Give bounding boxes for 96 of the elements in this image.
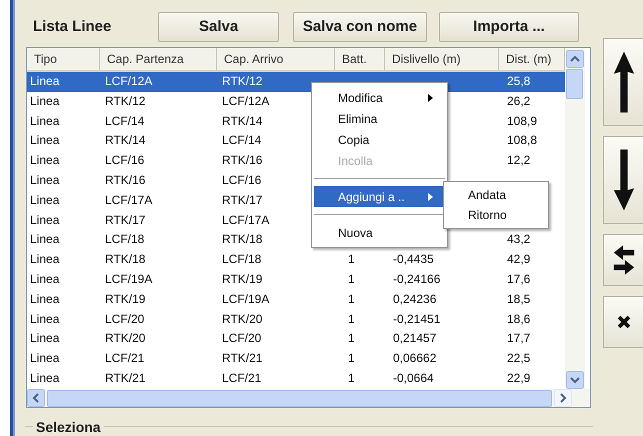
table-cell[interactable]: Linea (27, 349, 100, 369)
group-label: Seleziona (33, 419, 104, 435)
toolbar-button[interactable]: Importa ... (439, 12, 579, 42)
table-cell[interactable]: RTK/21 (217, 349, 335, 369)
table-cell[interactable]: 26,2 (499, 92, 565, 112)
table-cell[interactable]: RTK/19 (217, 270, 335, 290)
scroll-down-icon[interactable] (566, 371, 584, 389)
table-cell[interactable]: LCF/16 (100, 151, 217, 171)
vertical-scrollbar[interactable] (565, 48, 585, 389)
table-cell[interactable]: RTK/20 (217, 310, 335, 330)
toolbar-button[interactable]: Salva (158, 12, 279, 42)
table-cell: 1 (348, 370, 355, 385)
horizontal-scrollbar[interactable] (27, 389, 590, 407)
column-header[interactable]: Cap. Partenza (100, 48, 217, 70)
table-cell[interactable]: 22,9 (499, 368, 565, 389)
table-cell[interactable]: Linea (27, 368, 100, 389)
table-cell: 0,24236 (393, 292, 436, 306)
table-cell[interactable]: RTK/18 (100, 250, 217, 270)
table-cell[interactable]: LCF/19A (100, 270, 217, 290)
table-cell[interactable]: Linea (27, 151, 100, 171)
table-cell[interactable]: 108,9 (499, 112, 565, 132)
table-cell[interactable]: 18,5 (499, 290, 565, 310)
table-cell[interactable]: LCF/12A (100, 72, 217, 92)
table-cell[interactable]: Linea (27, 310, 100, 330)
table-cell[interactable]: Linea (27, 250, 100, 270)
table-cell[interactable]: Linea (27, 72, 100, 92)
menu-item[interactable]: Andata (444, 185, 548, 205)
table-cell[interactable]: LCF/14 (100, 112, 217, 132)
table-cell: 0,21457 (393, 331, 436, 346)
table-cell[interactable]: 108,8 (499, 131, 565, 152)
column-header[interactable]: Cap. Arrivo (217, 48, 335, 70)
table-cell[interactable]: RTK/20 (100, 329, 217, 350)
table-cell[interactable]: Linea (27, 329, 100, 350)
table-cell: 1 (348, 292, 355, 306)
table-cell[interactable]: 22,5 (499, 349, 565, 369)
table-cell: -0,24166 (393, 272, 440, 286)
column-header[interactable]: Tipo (27, 48, 100, 70)
panel-title: Lista Linee (32, 18, 112, 35)
scroll-left-icon[interactable] (27, 389, 45, 407)
toolbar-button[interactable]: Salva con nome (292, 12, 427, 42)
table-cell[interactable]: LCF/19A (217, 290, 335, 310)
table-cell: 1 (348, 331, 355, 346)
table-cell[interactable]: 25,8 (499, 72, 565, 92)
table-cell[interactable]: Linea (27, 92, 100, 112)
table-cell[interactable]: LCF/17A (100, 190, 217, 211)
table-cell[interactable]: Linea (27, 270, 100, 290)
move-up-button[interactable] (603, 38, 643, 126)
table-cell[interactable]: 12,2 (499, 151, 565, 171)
table-cell[interactable]: RTK/12 (217, 72, 335, 92)
menu-item[interactable]: Ritorno (444, 205, 548, 225)
table-cell[interactable]: LCF/18 (100, 230, 217, 250)
table-cell: 0,06662 (393, 351, 436, 366)
table-cell: -0,4435 (393, 252, 434, 266)
table-cell[interactable]: 18,6 (499, 310, 565, 330)
move-down-button[interactable] (603, 136, 643, 224)
table-cell: 1 (348, 272, 355, 286)
menu-item[interactable]: Elimina (314, 108, 445, 129)
table-cell[interactable]: RTK/14 (100, 131, 217, 152)
table-cell[interactable]: RTK/16 (100, 170, 217, 191)
table-cell: 1 (348, 252, 355, 266)
table-cell[interactable]: Linea (27, 210, 100, 230)
table-cell: -0,0664 (393, 370, 434, 385)
table-cell[interactable]: LCF/20 (100, 310, 217, 330)
table-cell: 1 (348, 351, 355, 366)
menu-item[interactable]: Nuova (314, 222, 445, 243)
table-cell[interactable]: LCF/21 (100, 349, 217, 369)
scroll-up-icon[interactable] (566, 50, 584, 68)
table-cell[interactable]: RTK/19 (100, 290, 217, 310)
table-cell: -0,21451 (393, 312, 440, 326)
swap-arrows-icon (612, 243, 636, 277)
scroll-thumb[interactable] (47, 390, 552, 406)
column-header[interactable]: Dislivello (m) (385, 48, 499, 70)
table-cell[interactable]: LCF/20 (217, 329, 335, 350)
table-cell[interactable]: Linea (27, 190, 100, 211)
table-cell: 1 (348, 312, 355, 326)
table-cell[interactable]: LCF/21 (217, 368, 335, 389)
scroll-right-icon[interactable] (554, 389, 572, 407)
table-cell[interactable]: Linea (27, 131, 100, 152)
table-cell[interactable]: RTK/17 (100, 210, 217, 230)
table-cell[interactable]: Linea (27, 230, 100, 250)
table-cell[interactable]: Linea (27, 170, 100, 191)
table-cell[interactable]: 17,6 (499, 270, 565, 290)
table-cell[interactable]: 42,9 (499, 250, 565, 270)
table-cell[interactable]: LCF/18 (217, 250, 335, 270)
table-cell[interactable]: Linea (27, 290, 100, 310)
table-cell[interactable]: Linea (27, 112, 100, 132)
column-header[interactable]: Batt. (335, 48, 385, 70)
swap-button[interactable] (603, 234, 643, 286)
delete-button[interactable] (603, 296, 643, 348)
menu-item[interactable]: Copia (314, 129, 445, 150)
table-cell[interactable]: RTK/21 (100, 368, 217, 389)
table-cell[interactable]: RTK/12 (100, 92, 217, 112)
menu-item[interactable]: Aggiungi a .. (314, 186, 445, 207)
scroll-thumb[interactable] (566, 69, 583, 99)
table-cell[interactable]: 43,2 (499, 230, 565, 250)
table-cell[interactable]: 17,7 (499, 329, 565, 350)
